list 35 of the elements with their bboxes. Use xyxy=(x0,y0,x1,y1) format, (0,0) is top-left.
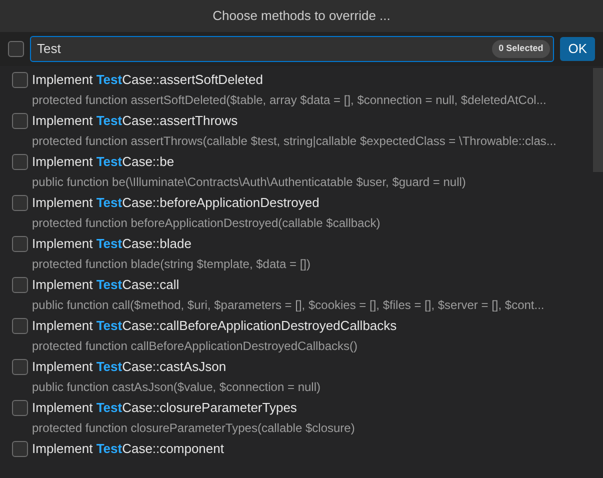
method-label[interactable]: Implement TestCase::assertSoftDeleted xyxy=(32,70,263,90)
search-text: Test xyxy=(37,40,62,58)
method-label[interactable]: Implement TestCase::blade xyxy=(32,234,192,254)
method-signature: protected function beforeApplicationDestroyed(callable $callback) xyxy=(31,215,382,232)
ok-button[interactable]: OK xyxy=(560,37,595,61)
checkbox[interactable] xyxy=(12,359,28,375)
method-signature: public function be(\Illuminate\Contracts\Auth\Authenticatable $user, $guard = null) xyxy=(31,174,467,191)
method-signature: protected function callBeforeApplicationDestroyedCallbacks() xyxy=(31,338,358,355)
method-label[interactable]: Implement TestCase::callBeforeApplicationDestroyedCallbacks xyxy=(32,316,397,336)
checkbox[interactable] xyxy=(12,441,28,457)
method-label[interactable]: Implement TestCase::component xyxy=(32,439,224,459)
checkbox[interactable] xyxy=(12,236,28,252)
method-signature: protected function assertThrows(callable $test, string|callable $expectedClass = \Throwable::clas... xyxy=(31,133,558,150)
checkbox[interactable] xyxy=(12,195,28,211)
method-signature: public function castAsJson($value, $connection = null) xyxy=(31,379,322,396)
method-signature: protected function blade(string $template, $data = []) xyxy=(31,256,312,273)
method-label[interactable]: Implement TestCase::be xyxy=(32,152,174,172)
method-label[interactable]: Implement TestCase::closureParameterTypes xyxy=(32,398,297,418)
checkbox[interactable] xyxy=(12,72,28,88)
method-label[interactable]: Implement TestCase::castAsJson xyxy=(32,357,226,377)
method-signature: protected function closureParameterTypes(callable $closure) xyxy=(31,420,356,437)
checkbox[interactable] xyxy=(12,318,28,334)
checkbox[interactable] xyxy=(12,113,28,129)
method-signature: public function call($method, $uri, $parameters = [], $cookies = [], $files = [], $server = [], $cont... xyxy=(31,297,546,314)
method-label[interactable]: Implement TestCase::beforeApplicationDestroyed xyxy=(32,193,320,213)
checkbox[interactable] xyxy=(8,41,24,57)
method-signature: protected function assertSoftDeleted($table, array $data = [], $connection = null, $deletedAtCol... xyxy=(31,92,548,109)
method-label[interactable]: Implement TestCase::call xyxy=(32,275,180,295)
method-label[interactable]: Implement TestCase::assertThrows xyxy=(32,111,238,131)
selected-count-badge: 0 Selected xyxy=(492,40,550,58)
search-field[interactable]: Test 0 Selected xyxy=(30,36,554,62)
checkbox[interactable] xyxy=(12,154,28,170)
dialog-title: Choose methods to override ... xyxy=(212,7,390,26)
checkbox[interactable] xyxy=(12,400,28,416)
checkbox[interactable] xyxy=(12,277,28,293)
